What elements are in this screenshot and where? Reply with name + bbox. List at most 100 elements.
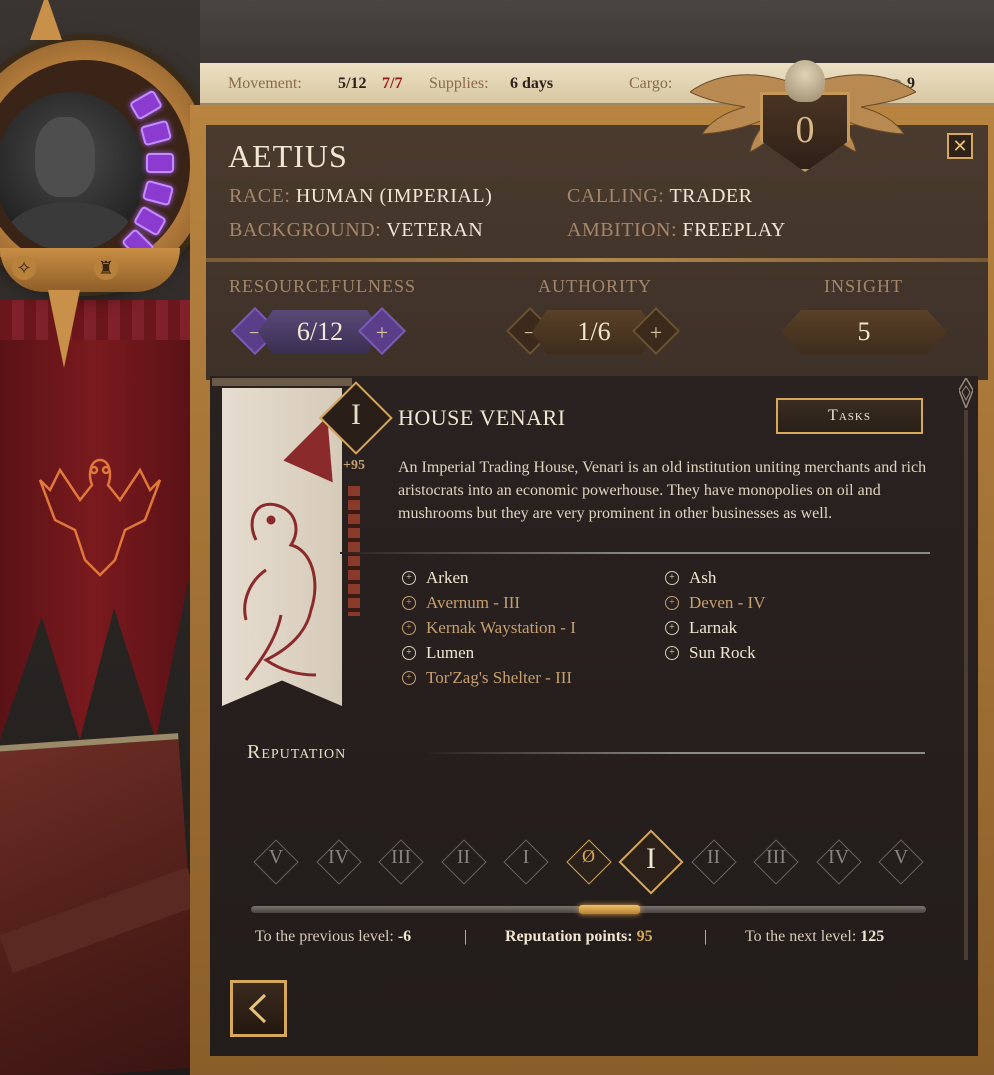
location-cross-icon: + xyxy=(402,645,416,660)
house-rank-letter: I xyxy=(351,398,361,431)
locations-right: + Ash + Deven - IV + Larnak + Sun Rock xyxy=(665,565,905,665)
rank-label: IV xyxy=(327,846,350,868)
rank-label: III xyxy=(766,846,786,868)
skull-icon xyxy=(785,60,825,102)
rank-label: V xyxy=(268,846,284,868)
authority-title: AUTHORITY xyxy=(538,276,652,296)
back-button[interactable] xyxy=(230,980,287,1037)
reputation-points: Reputation points: 95 xyxy=(505,928,653,946)
emblem-counter: 0 xyxy=(795,109,815,151)
house-description: An Imperial Trading House, Venari is an … xyxy=(398,459,927,522)
tasks-button[interactable]: Tasks xyxy=(776,398,923,434)
location-name: Lumen xyxy=(426,642,475,662)
close-button[interactable]: ✕ xyxy=(947,133,973,159)
location-cross-icon: + xyxy=(665,595,679,610)
rank-label: III xyxy=(391,846,411,868)
movement-value: 5/12 xyxy=(338,75,367,92)
health-pip xyxy=(141,179,175,207)
insight-value: 5 xyxy=(781,310,947,354)
background-label: BACKGROUND: xyxy=(229,219,382,241)
location-name: Kernak Waystation - I xyxy=(426,617,576,637)
calling-label: CALLING: xyxy=(567,185,665,207)
location-cross-icon: + xyxy=(402,570,416,585)
location-cross-icon: + xyxy=(665,620,679,635)
location-cross-icon: + xyxy=(402,595,416,610)
location-name: Tor'Zag's Shelter - III xyxy=(426,667,573,687)
header-divider xyxy=(206,258,988,262)
reputation-divider xyxy=(428,752,925,754)
house-title: HOUSE VENARI xyxy=(398,405,566,430)
rank-label: IV xyxy=(827,846,850,868)
portrait-head xyxy=(35,117,95,197)
location-item[interactable]: + Tor'Zag's Shelter - III xyxy=(402,665,642,690)
plus-icon: + xyxy=(375,319,389,345)
section-divider xyxy=(340,552,930,554)
supplies-label: Supplies: xyxy=(429,75,489,92)
reputation-points-label: Reputation points: xyxy=(505,928,633,945)
next-level-value: 125 xyxy=(860,928,885,945)
background-value: VETERAN xyxy=(386,219,484,241)
reputation-rank-row: V IV III II I Ø I II III IV V xyxy=(250,829,930,895)
location-item[interactable]: + Deven - IV xyxy=(665,590,905,615)
location-cross-icon: + xyxy=(402,670,416,685)
background-row: BACKGROUND: VETERAN xyxy=(229,219,483,242)
location-name: Sun Rock xyxy=(689,642,756,662)
location-cross-icon: + xyxy=(402,620,416,635)
previous-level-label: To the previous level: xyxy=(255,928,394,945)
location-name: Avernum - III xyxy=(426,592,521,612)
location-name: Deven - IV xyxy=(689,592,766,612)
dragon-crest-icon xyxy=(243,420,333,681)
character-portrait[interactable] xyxy=(0,92,145,252)
location-cross-icon: + xyxy=(665,570,679,585)
health-pip xyxy=(139,119,173,147)
chevron-left-icon xyxy=(248,993,267,1024)
next-level-label: To the next level: xyxy=(745,928,857,945)
location-item[interactable]: + Kernak Waystation - I xyxy=(402,615,642,640)
location-item[interactable]: + Sun Rock xyxy=(665,640,905,665)
supplies-value: 6 days xyxy=(510,75,554,92)
helmet-icon[interactable]: ♜ xyxy=(94,256,118,280)
character-name: AETIUS xyxy=(228,138,348,174)
rank-label: II xyxy=(706,846,721,868)
health-pip xyxy=(146,153,174,173)
location-item[interactable]: + Lumen xyxy=(402,640,642,665)
rank-label: I xyxy=(646,842,656,875)
insight-title: INSIGHT xyxy=(824,276,903,296)
plus-icon: + xyxy=(649,319,663,345)
ambition-value: FREEPLAY xyxy=(682,219,786,241)
location-item[interactable]: + Ash xyxy=(665,565,905,590)
health-pip xyxy=(128,89,164,121)
scrollbar-handle-icon[interactable] xyxy=(959,378,973,408)
reputation-progress-fill xyxy=(578,905,640,914)
resourcefulness-title: RESOURCEFULNESS xyxy=(229,276,417,296)
medallion-spike xyxy=(48,290,80,368)
stats-separator: | xyxy=(704,928,708,945)
rank-label: I xyxy=(522,846,530,868)
location-name: Ash xyxy=(689,567,717,587)
previous-level: To the previous level: -6 xyxy=(255,928,411,946)
compass-icon[interactable]: ✧ xyxy=(12,256,36,280)
location-name: Arken xyxy=(426,567,469,587)
scrollbar-track[interactable] xyxy=(964,410,968,960)
banner-rod xyxy=(212,378,352,386)
calling-row: CALLING: TRADER xyxy=(567,185,752,208)
cargo-label: Cargo: xyxy=(629,75,673,92)
calling-value: TRADER xyxy=(669,185,753,207)
race-row: RACE: HUMAN (IMPERIAL) xyxy=(229,185,492,208)
location-item[interactable]: + Avernum - III xyxy=(402,590,642,615)
movement-label: Movement: xyxy=(228,75,302,92)
previous-level-value: -6 xyxy=(397,928,412,945)
movement-extra: 7/7 xyxy=(382,75,403,92)
stats-separator: | xyxy=(464,928,468,945)
location-item[interactable]: + Arken xyxy=(402,565,642,590)
ambition-row: AMBITION: FREEPLAY xyxy=(567,219,786,242)
rank-label: II xyxy=(456,846,471,868)
reputation-bonus: +95 xyxy=(343,458,365,473)
location-item[interactable]: + Larnak xyxy=(665,615,905,640)
rank-label: Ø xyxy=(582,846,595,866)
banner-stripe xyxy=(0,300,190,340)
portrait-shoulders xyxy=(5,202,135,252)
health-pips xyxy=(121,89,188,265)
reputation-title: Reputation xyxy=(247,741,347,763)
location-name: Larnak xyxy=(689,617,738,637)
